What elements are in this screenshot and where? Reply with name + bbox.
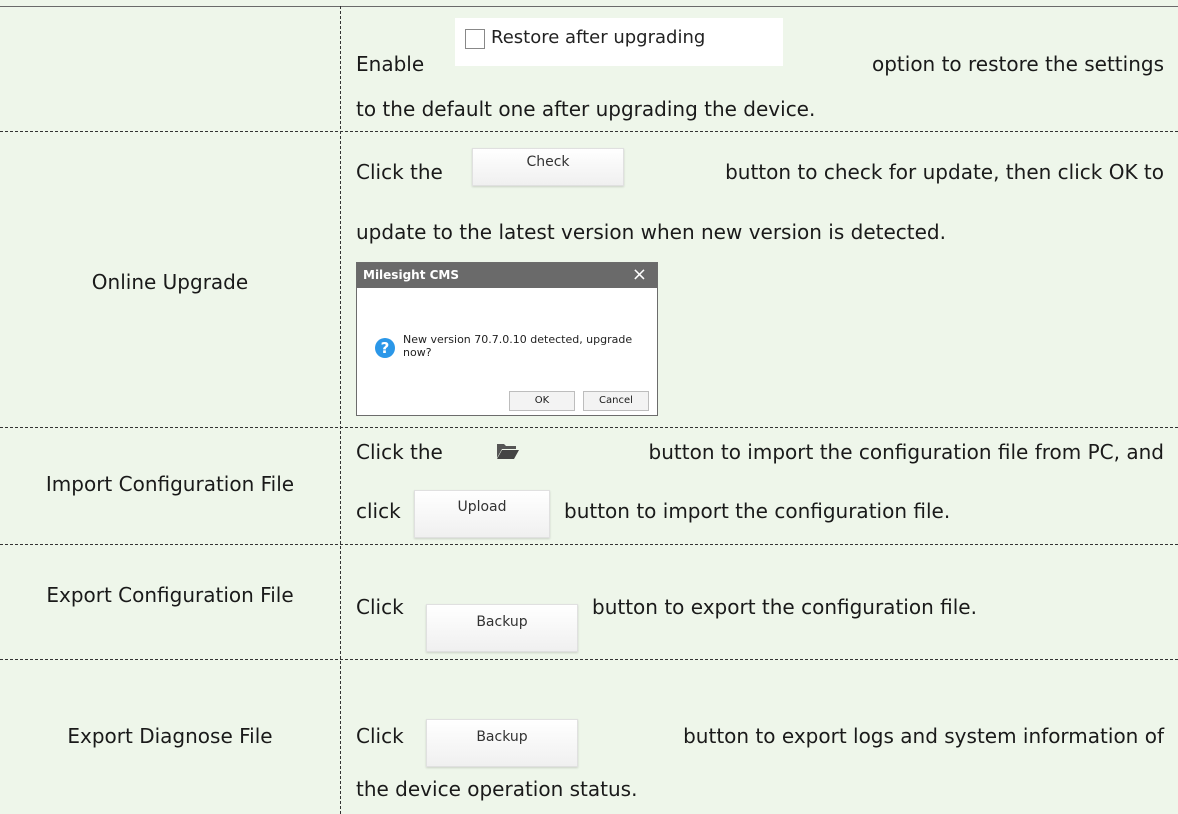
restore-text-enable: Enable [356, 52, 425, 76]
online-upgrade-label: Online Upgrade [91, 270, 249, 294]
export-diagnose-click: Click [356, 724, 404, 748]
milesight-cms-dialog: Milesight CMS × ? New version 70.7.0.10 … [356, 262, 658, 416]
restore-row: Restore after upgrading Enable option to… [0, 6, 1178, 132]
import-config-text-line1: button to import the configuration file … [648, 440, 1164, 464]
import-config-label: Import Configuration File [45, 472, 295, 496]
dialog-titlebar: Milesight CMS × [357, 263, 657, 288]
export-config-text: button to export the configuration file. [592, 595, 977, 619]
dialog-message: New version 70.7.0.10 detected, upgrade … [403, 333, 633, 359]
import-config-click: click [356, 499, 401, 523]
dialog-title: Milesight CMS [363, 268, 459, 282]
question-icon: ? [375, 338, 395, 358]
export-diagnose-row: Export Diagnose File Click Backup button… [0, 659, 1178, 814]
restore-checkbox-image: Restore after upgrading [455, 18, 783, 66]
online-upgrade-click-the: Click the [356, 160, 443, 184]
online-upgrade-text-line2: update to the latest version when new ve… [356, 220, 946, 244]
restore-text-line2: to the default one after upgrading the d… [356, 97, 816, 121]
export-config-row: Export Configuration File Click Backup b… [0, 544, 1178, 660]
close-icon[interactable]: × [632, 264, 647, 285]
online-upgrade-text-line1: button to check for update, then click O… [725, 160, 1164, 184]
dialog-ok-button[interactable]: OK [509, 391, 575, 411]
folder-open-icon[interactable] [496, 442, 520, 460]
import-config-row: Import Configuration File Click the butt… [0, 427, 1178, 545]
restore-text-option: option to restore the settings [871, 52, 1164, 76]
export-config-click: Click [356, 595, 404, 619]
check-button[interactable]: Check [472, 148, 624, 186]
upload-button[interactable]: Upload [414, 490, 550, 538]
export-diagnose-text-line2: the device operation status. [356, 777, 638, 801]
export-config-label: Export Configuration File [46, 583, 294, 607]
backup-button-diagnose[interactable]: Backup [426, 719, 578, 767]
import-config-text-line2: button to import the configuration file. [564, 499, 951, 523]
document-page: Restore after upgrading Enable option to… [0, 0, 1178, 814]
backup-button-config[interactable]: Backup [426, 604, 578, 652]
import-config-click-the: Click the [356, 440, 443, 464]
restore-checkbox-label: Restore after upgrading [491, 27, 706, 48]
dialog-cancel-button[interactable]: Cancel [583, 391, 649, 411]
export-diagnose-text-line1: button to export logs and system informa… [683, 724, 1164, 748]
restore-checkbox[interactable] [465, 29, 485, 49]
export-diagnose-label: Export Diagnose File [67, 724, 273, 748]
